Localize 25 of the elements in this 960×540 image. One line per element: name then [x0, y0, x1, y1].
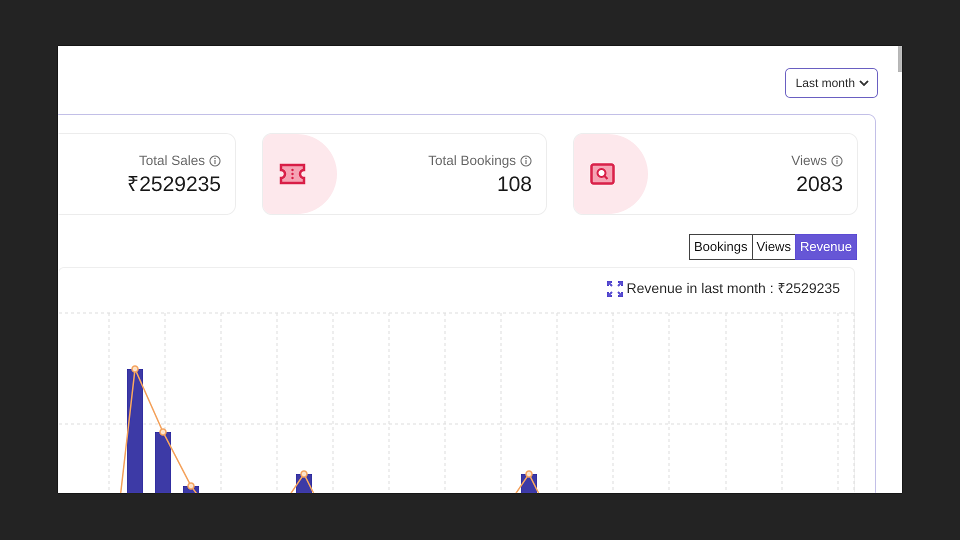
- chevron-down-icon: [859, 80, 869, 86]
- stat-label: Total Sales: [138, 152, 205, 170]
- info-icon[interactable]: [831, 155, 843, 168]
- data-point: [525, 470, 533, 478]
- stat-label: Views: [791, 152, 827, 170]
- chart-tab[interactable]: Views: [752, 234, 796, 260]
- chart-tab[interactable]: Bookings: [689, 234, 752, 260]
- data-point: [159, 428, 167, 436]
- stat-value: 2083: [796, 172, 843, 197]
- stat-value: ₹2529235: [127, 172, 221, 197]
- chart-bar: [155, 432, 171, 493]
- expand-icon[interactable]: [606, 280, 623, 296]
- info-icon[interactable]: [520, 155, 532, 168]
- chart-caption: Revenue in last month : ₹2529235: [626, 279, 840, 298]
- search-icon: [590, 163, 615, 185]
- scrollbar-thumb[interactable]: [898, 46, 902, 72]
- period-dropdown[interactable]: Last month: [784, 68, 878, 98]
- data-point: [131, 365, 139, 373]
- data-point: [187, 482, 195, 490]
- data-point: [300, 470, 308, 478]
- stat-label: Total Bookings: [428, 152, 516, 170]
- chart-tab[interactable]: Revenue: [794, 234, 857, 260]
- ticket-icon: [279, 163, 306, 185]
- stat-value: 108: [496, 172, 532, 197]
- info-icon[interactable]: [209, 155, 221, 168]
